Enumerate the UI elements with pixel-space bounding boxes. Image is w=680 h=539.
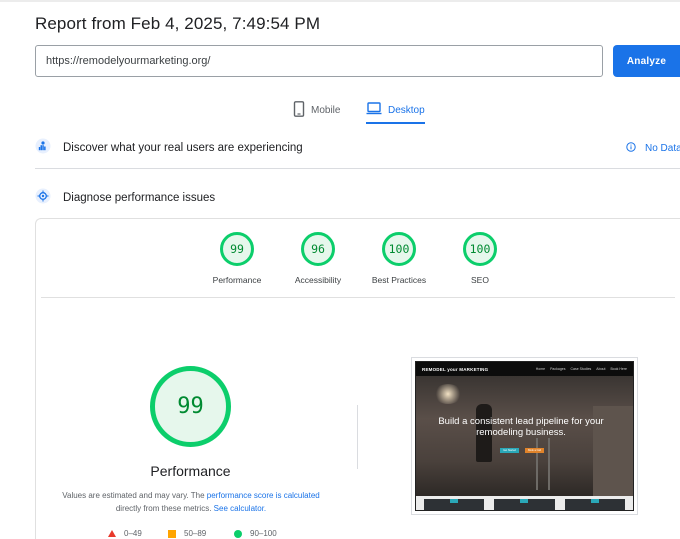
legend-fail: 0–49 <box>108 529 142 538</box>
screenshot-hero: Build a consistent lead pipeline for you… <box>416 376 633 498</box>
score-calculated-link[interactable]: performance score is calculated <box>207 491 320 500</box>
score-gauge-accessibility[interactable]: 96 Accessibility <box>278 232 358 285</box>
legend-range: 90–100 <box>250 529 277 538</box>
score-gauge-best-practices[interactable]: 100 Best Practices <box>359 232 439 285</box>
score-label: Best Practices <box>371 275 427 285</box>
tab-mobile[interactable]: Mobile <box>293 96 340 124</box>
screenshot-card <box>424 499 485 510</box>
screenshot-light <box>434 384 462 404</box>
laptop-icon <box>366 102 382 118</box>
legend-average: 50–89 <box>168 529 206 538</box>
square-icon <box>168 529 176 538</box>
screenshot-nav-item: Home <box>535 367 546 371</box>
performance-title: Performance <box>150 463 231 479</box>
vertical-divider <box>357 405 358 469</box>
score-gauge-performance[interactable]: 99 Performance <box>197 232 277 285</box>
score-value: 100 <box>382 232 416 266</box>
circle-icon <box>234 529 242 538</box>
screenshot-button: Get Started <box>500 448 519 453</box>
no-data-status[interactable]: No Data <box>626 142 680 155</box>
score-gauge-seo[interactable]: 100 SEO <box>440 232 520 285</box>
info-icon <box>626 142 636 155</box>
screenshot-headline: Build a consistent lead pipeline for you… <box>438 416 604 438</box>
smartphone-icon <box>293 100 305 120</box>
url-input[interactable] <box>35 45 603 77</box>
divider <box>35 168 680 169</box>
screenshot-nav-item: Case Studies <box>570 367 592 371</box>
screenshot-button: Book a Call <box>525 448 544 453</box>
score-label: Performance <box>212 275 262 285</box>
users-icon <box>35 138 51 157</box>
tab-mobile-label: Mobile <box>311 104 341 116</box>
divider <box>41 297 675 298</box>
real-users-label: Discover what your real users are experi… <box>63 141 303 154</box>
final-screenshot: REMODEL your MARKETING Home Packages Cas… <box>411 357 638 515</box>
screenshot-nav-item: About <box>596 367 606 371</box>
tab-desktop-label: Desktop <box>388 104 425 116</box>
score-label: Accessibility <box>294 275 342 285</box>
screenshot-nav-item: Book Here <box>610 367 627 371</box>
no-data-label: No Data <box>645 143 680 154</box>
screenshot-ladder <box>536 438 550 490</box>
note-prefix: Values are estimated and may vary. The <box>62 491 207 500</box>
screenshot-buttons: Get Started Book a Call <box>500 448 544 453</box>
tab-desktop[interactable]: Desktop <box>366 96 425 124</box>
score-value: 100 <box>463 232 497 266</box>
score-note: Values are estimated and may vary. The p… <box>55 489 327 515</box>
legend-range: 50–89 <box>184 529 207 538</box>
performance-score-gauge: 99 <box>150 366 231 447</box>
real-users-section[interactable]: Discover what your real users are experi… <box>35 138 303 157</box>
note-middle: directly from these metrics. <box>115 504 214 513</box>
screenshot-navbar: REMODEL your MARKETING Home Packages Cas… <box>416 362 633 376</box>
diagnose-section: Diagnose performance issues <box>35 188 215 207</box>
see-calculator-link[interactable]: See calculator. <box>214 504 266 513</box>
analyze-button[interactable]: Analyze <box>613 45 680 77</box>
report-title: Report from Feb 4, 2025, 7:49:54 PM <box>35 14 321 33</box>
screenshot-page: REMODEL your MARKETING Home Packages Cas… <box>415 361 634 511</box>
legend-pass: 90–100 <box>234 529 277 538</box>
score-label: SEO <box>471 275 489 285</box>
top-border <box>0 0 680 2</box>
legend-range: 0–49 <box>124 529 142 538</box>
screenshot-cards <box>416 496 633 510</box>
score-value: 99 <box>220 232 254 266</box>
screenshot-nav-links: Home Packages Case Studies About Book He… <box>536 367 627 371</box>
diagnose-label: Diagnose performance issues <box>63 191 216 204</box>
screenshot-logo: REMODEL your MARKETING <box>422 366 489 372</box>
screenshot-card <box>564 499 625 510</box>
score-value: 96 <box>301 232 335 266</box>
triangle-icon <box>108 530 116 537</box>
screenshot-nav-item: Packages <box>550 367 566 371</box>
lab-icon <box>35 188 51 207</box>
screenshot-card <box>494 499 555 510</box>
